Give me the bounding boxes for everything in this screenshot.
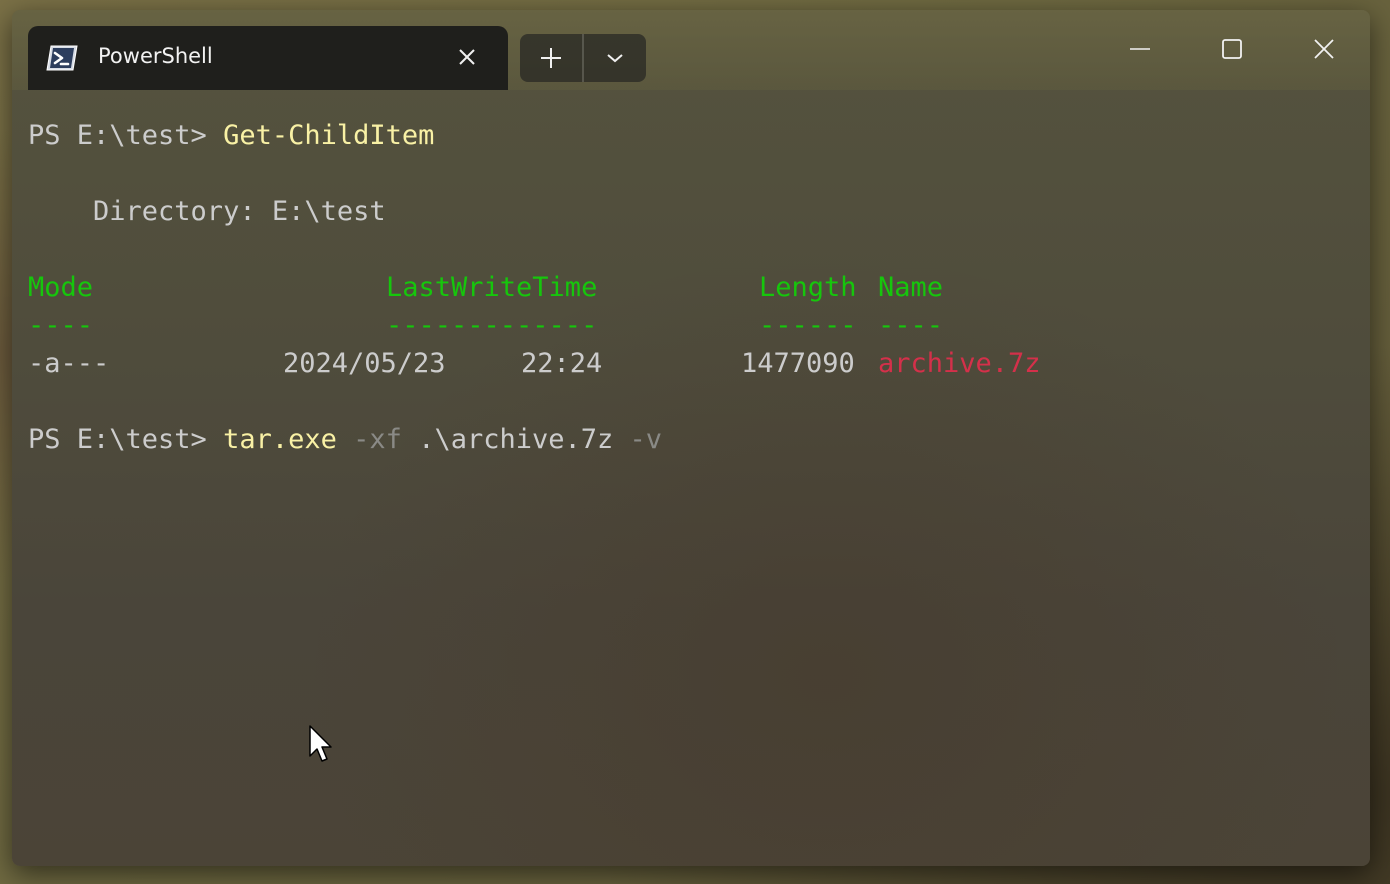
flag: -v: [629, 424, 663, 455]
close-icon: [1314, 39, 1334, 59]
terminal-window: PowerShell PS E:\test> Get-ChildItem Dir…: [12, 10, 1370, 866]
plus-icon: [541, 48, 561, 68]
header-length: Length: [759, 272, 857, 303]
row-length: 1477090: [741, 348, 855, 379]
terminal-output[interactable]: PS E:\test> Get-ChildItem Directory: E:\…: [12, 90, 1370, 866]
new-tab-button[interactable]: [520, 34, 582, 82]
row-date: 2024/05/23: [283, 348, 446, 379]
header-mode: Mode: [28, 272, 94, 303]
underline-mode: ----: [28, 310, 94, 341]
command: tar.exe: [223, 424, 337, 455]
header-name: Name: [878, 272, 944, 303]
tab-powershell[interactable]: PowerShell: [28, 26, 508, 90]
prompt-line-2: PS E:\test> tar.exe -xf .\archive.7z -v: [28, 421, 662, 459]
row-mode: -a---: [28, 348, 110, 379]
underline-name: ----: [878, 310, 944, 341]
tab-close-icon[interactable]: [452, 42, 482, 72]
directory-line: Directory: E:\test: [28, 196, 386, 227]
prompt: PS E:\test>: [28, 120, 224, 151]
prompt-line-1: PS E:\test> Get-ChildItem: [28, 117, 434, 155]
header-lastwritetime: LastWriteTime: [386, 272, 598, 303]
minimize-icon: [1130, 48, 1150, 50]
column-header-line: Mode: [28, 269, 93, 307]
flag: -xf: [353, 424, 402, 455]
tab-dropdown-button[interactable]: [584, 34, 646, 82]
chevron-down-icon: [607, 54, 623, 63]
powershell-icon: [46, 45, 78, 71]
underline-lastwritetime: -------------: [386, 310, 598, 341]
row-name: archive.7z: [878, 348, 1041, 379]
prompt: PS E:\test>: [28, 424, 224, 455]
tab-actions: [520, 34, 646, 82]
row-time: 22:24: [521, 348, 603, 379]
title-bar[interactable]: PowerShell: [12, 10, 1370, 90]
close-button[interactable]: [1278, 10, 1370, 88]
minimize-button[interactable]: [1094, 10, 1186, 88]
argument: .\archive.7z: [418, 424, 614, 455]
tab-title: PowerShell: [98, 44, 213, 68]
underline-length: ------: [759, 310, 857, 341]
mouse-cursor-icon: [309, 725, 332, 762]
maximize-icon: [1222, 39, 1242, 59]
command: Get-ChildItem: [223, 120, 435, 151]
maximize-button[interactable]: [1186, 10, 1278, 88]
